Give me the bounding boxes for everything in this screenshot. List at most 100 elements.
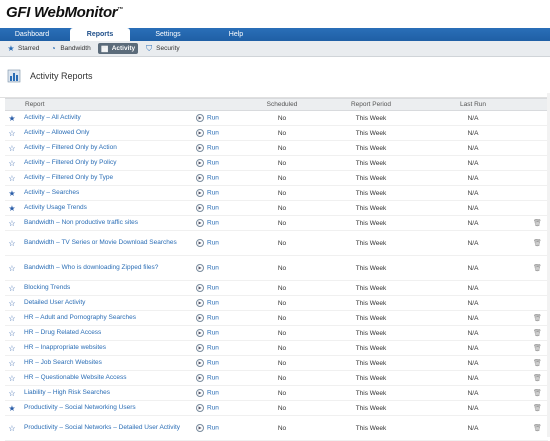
empty-cell — [527, 111, 548, 126]
run-button[interactable]: ▶ Run — [196, 171, 241, 186]
subtab-security[interactable]: ⛉ Security — [142, 43, 182, 54]
play-icon: ▶ — [196, 189, 204, 197]
star-icon[interactable]: ☆ — [5, 371, 19, 386]
report-name-link[interactable]: HR – Job Search Websites — [19, 356, 196, 371]
subtab-activity[interactable]: ▦ Activity — [97, 43, 139, 54]
report-name-link[interactable]: Blocking Trends — [19, 281, 196, 296]
star-icon[interactable]: ☆ — [5, 311, 19, 326]
run-label: Run — [207, 329, 219, 337]
star-icon[interactable]: ★ — [5, 401, 19, 416]
col-header-report[interactable]: Report — [19, 99, 196, 111]
scheduled-value: No — [277, 219, 287, 227]
star-icon[interactable]: ☆ — [5, 156, 19, 171]
trash-icon[interactable]: 🗑 — [527, 386, 548, 401]
report-name-link[interactable]: Bandwidth – TV Series or Movie Download … — [19, 231, 196, 256]
table-row: ☆ HR – Adult and Pornography Searches ▶ Run… — [5, 311, 548, 326]
trash-icon[interactable]: 🗑 — [527, 311, 548, 326]
trash-icon[interactable]: 🗑 — [527, 231, 548, 256]
run-button[interactable]: ▶ Run — [196, 186, 241, 201]
star-icon[interactable]: ★ — [5, 111, 19, 126]
report-name-link[interactable]: Bandwidth – Who is downloading Zipped fi… — [19, 256, 196, 281]
scheduled-value: No — [277, 299, 287, 307]
run-button[interactable]: ▶ Run — [196, 296, 241, 311]
run-button[interactable]: ▶ Run — [196, 401, 241, 416]
star-icon[interactable]: ☆ — [5, 126, 19, 141]
run-button[interactable]: ▶ Run — [196, 111, 241, 126]
star-icon[interactable]: ☆ — [5, 281, 19, 296]
run-button[interactable]: ▶ Run — [196, 126, 241, 141]
report-name-link[interactable]: Activity – All Activity — [19, 111, 196, 126]
run-label: Run — [207, 144, 219, 152]
tab-settings[interactable]: Settings — [138, 28, 198, 41]
report-name-link[interactable]: Activity Usage Trends — [19, 201, 196, 216]
run-button[interactable]: ▶ Run — [196, 341, 241, 356]
run-button[interactable]: ▶ Run — [196, 281, 241, 296]
col-header-scheduled[interactable]: Scheduled — [241, 99, 323, 111]
report-name-link[interactable]: HR – Adult and Pornography Searches — [19, 311, 196, 326]
table-row: ☆ Activity – Allowed Only ▶ Run No This Week N… — [5, 126, 548, 141]
report-name-link[interactable]: Activity – Searches — [19, 186, 196, 201]
star-icon[interactable]: ☆ — [5, 326, 19, 341]
run-button[interactable]: ▶ Run — [196, 216, 241, 231]
run-button[interactable]: ▶ Run — [196, 356, 241, 371]
tab-help[interactable]: Help — [206, 28, 266, 41]
star-icon[interactable]: ☆ — [5, 231, 19, 256]
star-icon[interactable]: ☆ — [5, 296, 19, 311]
report-name-link[interactable]: HR – Drug Related Access — [19, 326, 196, 341]
tab-reports[interactable]: Reports — [70, 28, 130, 41]
star-icon[interactable]: ☆ — [5, 141, 19, 156]
star-icon[interactable]: ☆ — [5, 341, 19, 356]
scheduled-value: No — [277, 114, 287, 122]
trash-icon[interactable]: 🗑 — [527, 216, 548, 231]
star-icon[interactable]: ☆ — [5, 216, 19, 231]
period-value: This Week — [355, 264, 387, 272]
run-button[interactable]: ▶ Run — [196, 201, 241, 216]
subtab-starred[interactable]: ★ Starred — [4, 43, 42, 54]
run-button[interactable]: ▶ Run — [196, 311, 241, 326]
report-name-link[interactable]: HR – Questionable Website Access — [19, 371, 196, 386]
run-button[interactable]: ▶ Run — [196, 141, 241, 156]
chart-icon — [7, 69, 21, 83]
trash-icon[interactable]: 🗑 — [527, 371, 548, 386]
trash-icon[interactable]: 🗑 — [527, 356, 548, 371]
run-button[interactable]: ▶ Run — [196, 371, 241, 386]
run-button[interactable]: ▶ Run — [196, 256, 241, 281]
report-name-link[interactable]: Activity – Allowed Only — [19, 126, 196, 141]
report-name-link[interactable]: Activity – Filtered Only by Type — [19, 171, 196, 186]
col-header-lastrun[interactable]: Last Run — [419, 99, 527, 111]
table-body: ★ Activity – All Activity ▶ Run No This Week N… — [5, 111, 548, 441]
star-icon[interactable]: ☆ — [5, 256, 19, 281]
sub-nav: ★ Starred ◔ Bandwidth ▦ Activity ⛉ Security — [0, 41, 550, 57]
col-header-period[interactable]: Report Period — [323, 99, 419, 111]
run-label: Run — [207, 344, 219, 352]
report-name-link[interactable]: Liability – High Risk Searches — [19, 386, 196, 401]
tab-dashboard[interactable]: Dashboard — [2, 28, 62, 41]
play-icon: ▶ — [196, 129, 204, 137]
run-button[interactable]: ▶ Run — [196, 231, 241, 256]
run-button[interactable]: ▶ Run — [196, 156, 241, 171]
report-name-link[interactable]: Productivity – Social Networking Users — [19, 401, 196, 416]
lastrun-value: N/A — [467, 219, 479, 227]
trash-icon[interactable]: 🗑 — [527, 326, 548, 341]
run-button[interactable]: ▶ Run — [196, 386, 241, 401]
scheduled-value: No — [277, 329, 287, 337]
star-icon[interactable]: ☆ — [5, 171, 19, 186]
star-icon: ★ — [7, 43, 15, 53]
star-icon[interactable]: ★ — [5, 186, 19, 201]
trash-icon[interactable]: 🗑 — [527, 341, 548, 356]
subtab-label: Bandwidth — [60, 45, 91, 52]
subtab-bandwidth[interactable]: ◔ Bandwidth — [46, 43, 93, 54]
report-name-link[interactable]: Activity – Filtered Only by Action — [19, 141, 196, 156]
star-icon[interactable]: ☆ — [5, 356, 19, 371]
report-name-link[interactable]: Activity – Filtered Only by Policy — [19, 156, 196, 171]
run-button[interactable]: ▶ Run — [196, 326, 241, 341]
report-name-link[interactable]: Bandwidth – Non productive traffic sites — [19, 216, 196, 231]
star-icon[interactable]: ☆ — [5, 386, 19, 401]
trash-icon[interactable]: 🗑 — [527, 256, 548, 281]
trash-icon[interactable]: 🗑 — [527, 401, 548, 416]
report-name-link[interactable]: Detailed User Activity — [19, 296, 196, 311]
star-icon[interactable]: ★ — [5, 201, 19, 216]
lastrun-value: N/A — [467, 359, 479, 367]
report-name-link[interactable]: HR – Inappropriate websites — [19, 341, 196, 356]
table-row: ☆ Bandwidth – Who is downloading Zipped f… — [5, 256, 548, 281]
